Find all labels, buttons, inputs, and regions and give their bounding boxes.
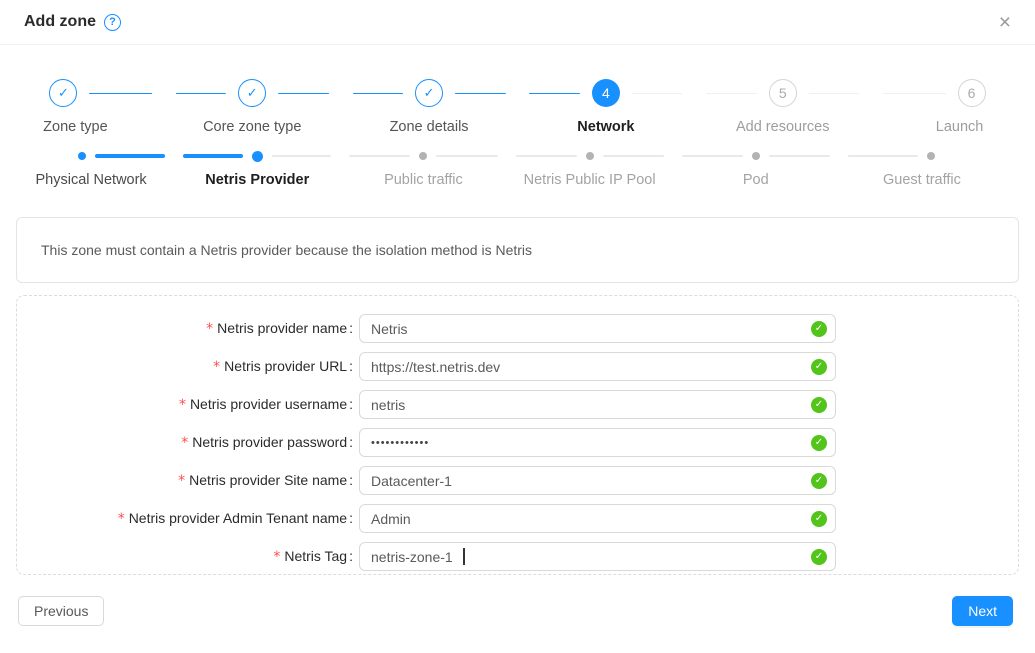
field-label: Netris provider password [192,434,347,450]
netris-provider-form: *Netris provider name: ✓ *Netris provide… [16,295,1019,575]
help-icon[interactable]: ? [104,14,121,31]
substep-label: Pod [673,172,839,188]
substep-netris-public-ip-pool: Netris Public IP Pool [507,150,673,188]
netris-provider-admin-tenant-name-input[interactable] [359,504,836,533]
valid-check-icon: ✓ [811,435,827,451]
form-row-netris-provider-site-name: *Netris provider Site name: ✓ [17,466,1018,495]
required-mark: * [206,321,213,337]
required-mark: * [118,511,125,527]
substep-pod: Pod [673,150,839,188]
step-check-icon: ✓ [415,79,443,107]
wizard-stepper: ✓ Zone type ✓ Core zone type ✓ Zone deta… [0,79,1035,135]
form-row-netris-tag: *Netris Tag: ✓ [17,542,1018,571]
substep-dot [78,152,86,160]
field-label: Netris provider username [190,396,347,412]
notice-text: This zone must contain a Netris provider… [41,242,532,258]
step-label: Add resources [694,119,871,135]
valid-check-icon: ✓ [811,473,827,489]
substep-label: Physical Network [8,172,174,188]
field-label: Netris provider name [217,320,347,336]
field-label: Netris provider Site name [189,472,347,488]
step-label: Launch [871,119,1035,135]
text-caret [463,548,465,565]
form-row-netris-provider-url: *Netris provider URL: ✓ [17,352,1018,381]
substep-label: Public traffic [340,172,506,188]
form-row-netris-provider-password: *Netris provider password: ✓ [17,428,1018,457]
step-check-icon: ✓ [49,79,77,107]
dialog-title: Add zone [24,13,96,31]
required-mark: * [273,549,280,565]
netris-provider-name-input[interactable] [359,314,836,343]
form-row-netris-provider-name: *Netris provider name: ✓ [17,314,1018,343]
step-network: 4 Network [517,79,694,135]
step-label: Core zone type [164,119,341,135]
step-core-zone-type: ✓ Core zone type [164,79,341,135]
substep-dot [252,151,263,162]
substep-dot [927,152,935,160]
valid-check-icon: ✓ [811,359,827,375]
step-number: 6 [958,79,986,107]
network-substepper: Physical Network Netris Provider Public … [8,150,1005,188]
valid-check-icon: ✓ [811,549,827,565]
netris-provider-url-input[interactable] [359,352,836,381]
valid-check-icon: ✓ [811,321,827,337]
substep-netris-provider: Netris Provider [174,150,340,188]
required-mark: * [179,397,186,413]
step-number: 4 [592,79,620,107]
netris-provider-username-input[interactable] [359,390,836,419]
dialog-footer: Previous Next [18,596,1013,626]
substep-public-traffic: Public traffic [340,150,506,188]
previous-button[interactable]: Previous [18,596,104,626]
valid-check-icon: ✓ [811,397,827,413]
substep-label: Netris Public IP Pool [507,172,673,188]
substep-dot [586,152,594,160]
step-check-icon: ✓ [238,79,266,107]
form-row-netris-provider-admin-tenant-name: *Netris provider Admin Tenant name: ✓ [17,504,1018,533]
field-label: Netris Tag [284,548,347,564]
close-icon[interactable]: × [999,12,1011,33]
netris-tag-input[interactable] [359,542,836,571]
step-zone-details: ✓ Zone details [341,79,518,135]
substep-guest-traffic: Guest traffic [839,150,1005,188]
required-mark: * [213,359,220,375]
substep-physical-network: Physical Network [8,150,174,188]
required-mark: * [178,473,185,489]
netris-provider-site-name-input[interactable] [359,466,836,495]
dialog-header: Add zone ? × [0,0,1035,45]
step-label: Zone type [0,119,164,135]
step-label: Network [517,119,694,135]
substep-label: Netris Provider [174,172,340,188]
next-button[interactable]: Next [952,596,1013,626]
required-mark: * [181,435,188,451]
step-launch: 6 Launch [871,79,1035,135]
substep-dot [419,152,427,160]
form-row-netris-provider-username: *Netris provider username: ✓ [17,390,1018,419]
substep-label: Guest traffic [839,172,1005,188]
step-add-resources: 5 Add resources [694,79,871,135]
netris-provider-password-input[interactable] [359,428,836,457]
field-label: Netris provider URL [224,358,347,374]
step-number: 5 [769,79,797,107]
substep-dot [752,152,760,160]
step-label: Zone details [341,119,518,135]
step-zone-type: ✓ Zone type [0,79,164,135]
field-label: Netris provider Admin Tenant name [129,510,347,526]
isolation-method-notice: This zone must contain a Netris provider… [16,217,1019,283]
valid-check-icon: ✓ [811,511,827,527]
